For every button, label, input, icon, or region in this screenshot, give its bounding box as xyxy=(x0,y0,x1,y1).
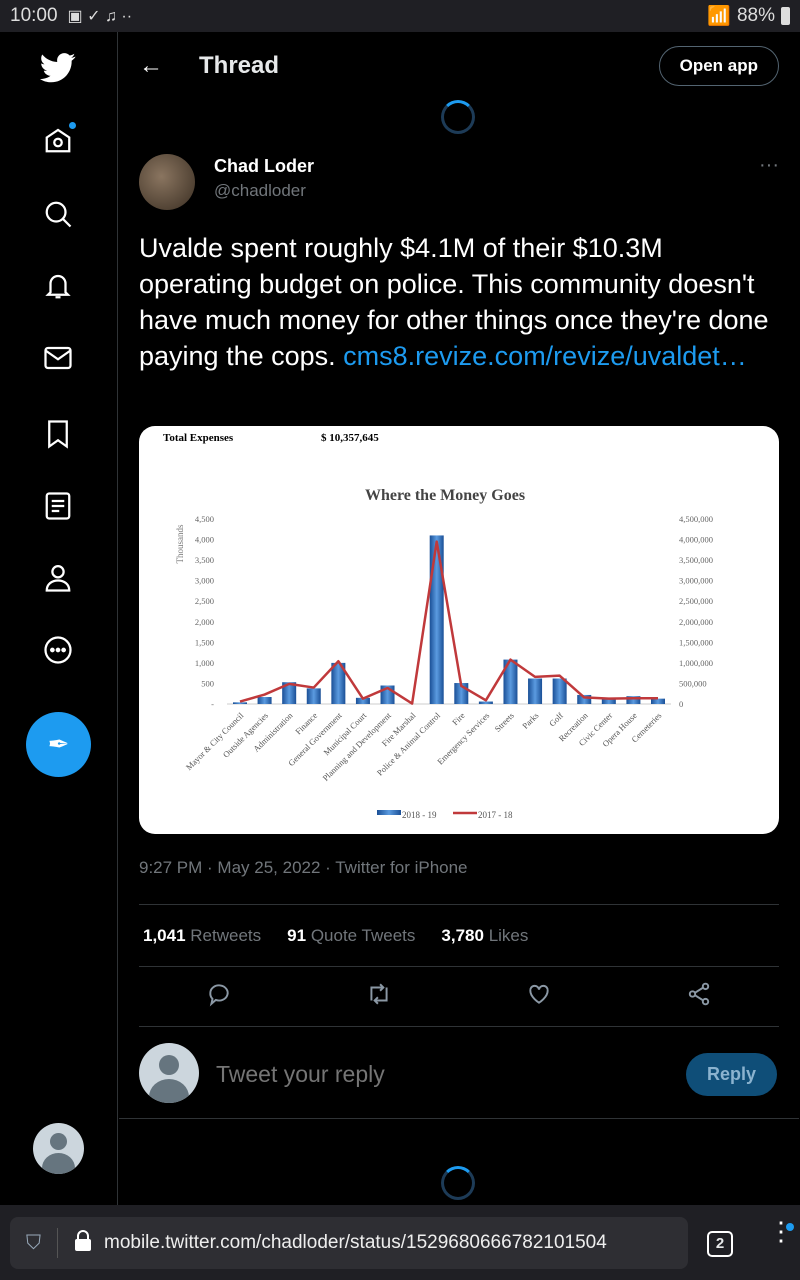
like-heart-icon[interactable] xyxy=(526,981,552,1012)
x-tick-label: Streets xyxy=(492,710,515,733)
retweet-icon[interactable] xyxy=(366,981,392,1012)
y-tick-label: 3,000 xyxy=(195,576,214,586)
line-series-2017-18 xyxy=(239,540,658,705)
divider xyxy=(57,1228,58,1258)
battery-level: 88% xyxy=(736,5,775,26)
clock: 10:00 xyxy=(10,5,58,26)
quote-tweets-count[interactable]: 91 Quote Tweets xyxy=(287,926,415,946)
y-tick-label: 1,000 xyxy=(195,658,214,668)
tweet-actions xyxy=(139,967,779,1027)
retweets-count[interactable]: 1,041 Retweets xyxy=(143,926,261,946)
y-tick-label: 4,000 xyxy=(195,535,214,545)
bar xyxy=(528,678,543,704)
legend-label-2018-19: 2018 - 19 xyxy=(402,810,437,820)
loading-spinner xyxy=(441,100,475,134)
shield-icon[interactable]: ⛉ xyxy=(26,1232,41,1255)
bookmark-icon[interactable] xyxy=(38,414,78,454)
share-icon[interactable] xyxy=(686,981,712,1012)
open-app-button[interactable]: Open app xyxy=(658,46,779,86)
wifi-icon: 📶 xyxy=(707,6,731,27)
x-tick-label: Golf xyxy=(547,710,565,728)
status-bar: 10:00 ▣ ✓ ♫ ·· 📶 88% xyxy=(0,0,800,32)
sidebar: ✒ xyxy=(0,32,118,1205)
author-avatar[interactable] xyxy=(139,154,195,210)
main-column: ← Thread Open app Chad Loder @chadloder … xyxy=(119,32,799,1205)
header: ← Thread Open app xyxy=(119,32,799,100)
tweet-stats: 1,041 Retweets 91 Quote Tweets 3,780 Lik… xyxy=(139,904,779,967)
notifications-bell-icon[interactable] xyxy=(38,266,78,306)
y2-tick-label: 0 xyxy=(679,699,683,709)
legend-bar-swatch xyxy=(377,810,401,815)
back-arrow-icon[interactable]: ← xyxy=(139,52,163,80)
header-label: Total Expenses xyxy=(163,432,234,444)
compose-tweet-button[interactable]: ✒ xyxy=(26,712,91,777)
y2-tick-label: 1,000,000 xyxy=(679,658,713,668)
y-tick-label: 3,500 xyxy=(195,555,214,565)
bar xyxy=(552,678,567,704)
update-dot xyxy=(786,1223,794,1231)
reply-button[interactable]: Reply xyxy=(685,1053,777,1096)
chart-svg: Total Expenses $ 10,357,645 Where the Mone… xyxy=(163,432,713,820)
bar xyxy=(478,701,493,704)
more-menu-icon[interactable]: ··· xyxy=(759,154,779,177)
user-avatar xyxy=(139,1043,199,1103)
profile-icon[interactable] xyxy=(38,558,78,598)
y2-tick-label: 1,500,000 xyxy=(679,637,713,647)
account-avatar[interactable] xyxy=(33,1123,84,1174)
bar xyxy=(257,697,272,704)
tweet-image-chart[interactable]: Total Expenses $ 10,357,645 Where the Mone… xyxy=(139,426,779,834)
y2-tick-label: 2,500,000 xyxy=(679,596,713,606)
tweet-text: Uvalde spent roughly $4.1M of their $10.… xyxy=(139,230,779,374)
bar xyxy=(306,688,321,704)
y2-tick-label: 3,500,000 xyxy=(679,555,713,565)
loading-spinner-bottom xyxy=(441,1166,475,1200)
y-tick-label: 2,500 xyxy=(195,596,214,606)
address-field[interactable]: ⛉ mobile.twitter.com/chadloder/status/15… xyxy=(10,1217,688,1269)
page-title: Thread xyxy=(199,52,280,79)
x-tick-label: Parks xyxy=(520,710,540,730)
chart-title: Where the Money Goes xyxy=(365,487,525,504)
y-tick-label: 4,500 xyxy=(195,514,214,524)
y2-tick-label: 500,000 xyxy=(679,678,707,688)
reply-icon[interactable] xyxy=(206,981,232,1012)
x-tick-label: Fire xyxy=(450,710,467,727)
search-icon[interactable] xyxy=(38,194,78,234)
author-handle[interactable]: @chadloder xyxy=(214,181,306,201)
y-tick-label: 1,500 xyxy=(195,637,214,647)
y2-tick-label: 3,000,000 xyxy=(679,576,713,586)
tweet-timestamp: 9:27 PM · May 25, 2022 · Twitter for iPh… xyxy=(139,858,468,877)
messages-mail-icon[interactable] xyxy=(38,338,78,378)
reply-input[interactable] xyxy=(216,1061,512,1088)
lock-icon xyxy=(74,1229,92,1257)
url-text: mobile.twitter.com/chadloder/status/1529… xyxy=(104,1232,607,1253)
author-name[interactable]: Chad Loder xyxy=(214,156,314,177)
notification-icons: ▣ ✓ ♫ ·· xyxy=(67,8,133,25)
lists-icon[interactable] xyxy=(38,486,78,526)
legend-label-2017-18: 2017 - 18 xyxy=(478,810,513,820)
likes-count[interactable]: 3,780 Likes xyxy=(441,926,528,946)
bar xyxy=(233,702,247,704)
bar xyxy=(429,535,444,704)
tabs-count-button[interactable]: 2 xyxy=(707,1231,733,1257)
home-icon[interactable] xyxy=(38,120,78,160)
y2-tick-label: 4,500,000 xyxy=(679,514,713,524)
battery-icon xyxy=(781,7,790,25)
reply-composer: Reply xyxy=(119,1027,799,1119)
twitter-logo-icon[interactable] xyxy=(38,48,78,88)
tweet-link[interactable]: cms8.revize.com/revize/uvaldet… xyxy=(343,341,747,371)
y-tick-label: 500 xyxy=(201,678,214,688)
y-axis-label: Thousands xyxy=(175,524,185,563)
more-options-icon[interactable] xyxy=(38,630,78,670)
y-tick-label: 2,000 xyxy=(195,617,214,627)
y2-tick-label: 2,000,000 xyxy=(679,617,713,627)
header-value: $ 10,357,645 xyxy=(321,432,379,444)
browser-url-bar: ⛉ mobile.twitter.com/chadloder/status/15… xyxy=(0,1205,800,1280)
y2-tick-label: 4,000,000 xyxy=(679,535,713,545)
y-tick-label: - xyxy=(211,699,214,709)
